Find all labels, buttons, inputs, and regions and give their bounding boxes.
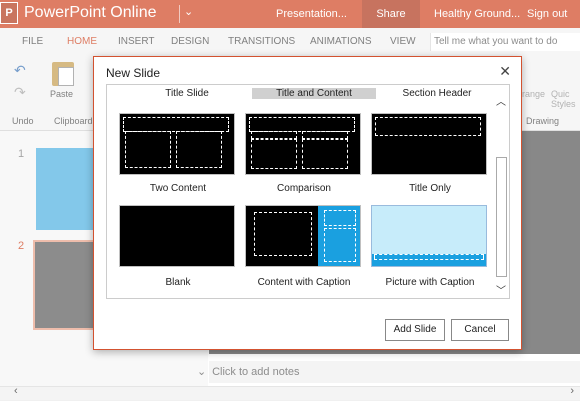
layout-two-content-thumbnail[interactable]	[119, 113, 235, 175]
layout-content-with-caption-thumbnail[interactable]	[245, 205, 361, 267]
layout-label-selected[interactable]: Title and Content	[252, 88, 376, 99]
scrollbar-thumb[interactable]	[496, 157, 507, 277]
scroll-up-icon[interactable]: ︿	[496, 93, 506, 108]
layout-label[interactable]: Section Header	[378, 88, 496, 99]
scroll-down-icon[interactable]: ﹀	[496, 282, 506, 297]
layout-label[interactable]: Comparison	[245, 183, 363, 194]
layout-picture-with-caption-thumbnail[interactable]	[371, 205, 487, 267]
add-slide-button[interactable]: Add Slide	[385, 319, 445, 341]
layout-label[interactable]: Title Slide	[128, 88, 246, 99]
layout-comparison-thumbnail[interactable]	[245, 113, 361, 175]
layout-title-only-thumbnail[interactable]	[371, 113, 487, 175]
layout-blank-thumbnail[interactable]	[119, 205, 235, 267]
cancel-button[interactable]: Cancel	[451, 319, 509, 341]
layout-gallery: Title Slide Title and Content Section He…	[106, 84, 510, 299]
layout-label[interactable]: Title Only	[371, 183, 489, 194]
layout-label[interactable]: Picture with Caption	[371, 277, 489, 288]
new-slide-dialog: New Slide ✕ Title Slide Title and Conten…	[93, 56, 522, 350]
close-icon[interactable]: ✕	[499, 63, 511, 80]
dialog-title: New Slide	[106, 66, 161, 80]
layout-label[interactable]: Two Content	[119, 183, 237, 194]
layout-label[interactable]: Content with Caption	[245, 277, 363, 288]
layout-label[interactable]: Blank	[119, 277, 237, 288]
gallery-scrollbar[interactable]: ︿ ﹀	[494, 93, 508, 297]
